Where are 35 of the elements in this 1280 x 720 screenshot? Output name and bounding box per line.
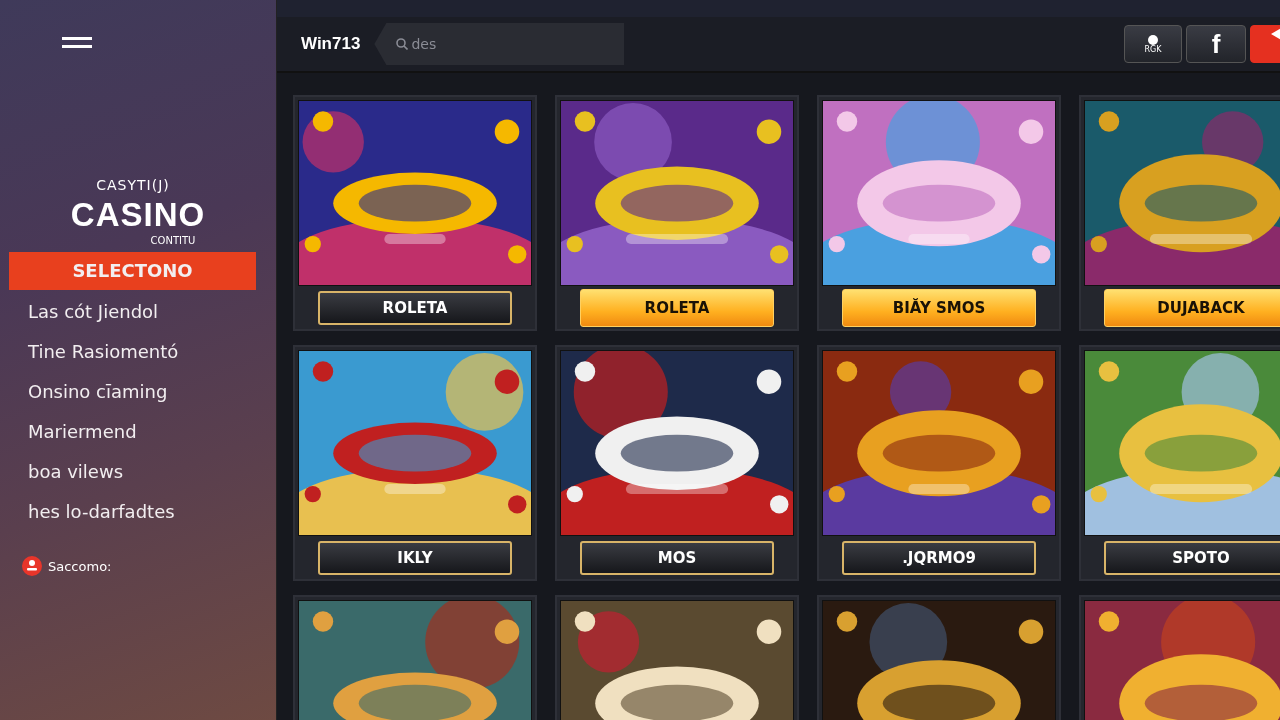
menu-item[interactable]: SELECTONO — [9, 252, 256, 290]
menu-item[interactable]: hes lo-darfadtes — [0, 492, 276, 532]
facebook-button[interactable]: f — [1186, 25, 1246, 63]
account-button[interactable]: RGK — [1124, 25, 1182, 63]
logo-title: CASINO — [70, 196, 206, 234]
logo-tagline: CASYTI(J) — [96, 178, 170, 192]
game-card[interactable]: IKLY — [293, 345, 537, 581]
brand-logo[interactable]: Win713 — [301, 34, 361, 54]
game-button[interactable]: SPOTO — [1104, 540, 1280, 575]
game-card[interactable]: MOS — [555, 345, 799, 581]
game-card[interactable]: SPOTO — [1079, 345, 1280, 581]
game-button[interactable]: .JQRMO9 — [842, 540, 1036, 575]
search-field[interactable]: des — [374, 23, 625, 65]
menu-item[interactable]: Mariermend — [0, 412, 276, 452]
menu-item[interactable]: Las cót Jiendol — [0, 292, 276, 332]
account-label: Saccomo: — [48, 558, 112, 574]
search-placeholder: des — [411, 36, 437, 52]
game-button[interactable]: MOS — [580, 540, 774, 575]
user-icon — [1147, 34, 1159, 45]
menu-item[interactable]: boa vilews — [0, 452, 276, 492]
game-button[interactable]: IKLY — [318, 540, 512, 575]
search-icon — [396, 38, 409, 50]
game-card[interactable]: .JQRMO9 — [817, 345, 1061, 581]
game-button[interactable]: BIĂY SMOS — [842, 288, 1036, 327]
game-card[interactable]: ROLETA — [293, 95, 537, 331]
logo-subtitle: CONTITU — [150, 236, 196, 246]
menu-item[interactable]: Onsino cīaming — [0, 372, 276, 412]
game-card[interactable]: BIĂY SMOS — [817, 95, 1061, 331]
user-icon — [22, 556, 42, 576]
game-button[interactable]: DUJABACK — [1104, 288, 1280, 327]
menu-item[interactable]: Tine Rasiomentó — [0, 332, 276, 372]
game-button[interactable]: ROLETA — [318, 290, 512, 325]
game-card[interactable]: ROLETA — [555, 95, 799, 331]
game-button[interactable]: ROLETA — [580, 288, 774, 327]
game-card[interactable]: DUJABACK — [1079, 95, 1280, 331]
